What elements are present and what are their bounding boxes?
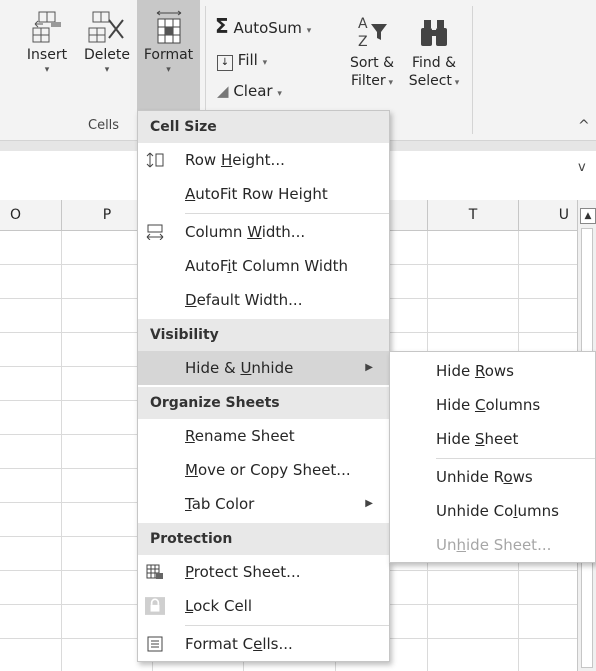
- submenu-item-hide-sheet[interactable]: Hide Sheet: [390, 422, 595, 456]
- menu-item-autofit-column-width[interactable]: AutoFit Column Width: [138, 249, 389, 283]
- fill-button[interactable]: ↓ Fill ▾: [217, 50, 267, 73]
- chevron-down-icon: ▾: [166, 65, 171, 75]
- sigma-icon: Σ: [215, 14, 229, 38]
- format-label: Format: [143, 47, 194, 63]
- menu-item-lock-cell[interactable]: Lock Cell: [138, 589, 389, 623]
- svg-text:A: A: [358, 16, 368, 32]
- scroll-up-icon[interactable]: ▲: [580, 208, 596, 224]
- insert-cells-icon: [32, 11, 61, 43]
- clear-label: Clear: [233, 82, 273, 100]
- sort-filter-line1: Sort &: [349, 55, 395, 71]
- menu-item-tab-color[interactable]: Tab Color ▶: [138, 487, 389, 521]
- row-height-icon: [146, 152, 164, 168]
- menu-item-row-height[interactable]: Row Height...: [138, 143, 389, 177]
- column-header-t[interactable]: T: [428, 200, 519, 230]
- section-header-organize-sheets: Organize Sheets: [138, 387, 389, 419]
- svg-text:Z: Z: [358, 34, 368, 50]
- section-header-protection: Protection: [138, 523, 389, 555]
- delete-cells-icon: [88, 11, 124, 43]
- find-select-button[interactable]: Find & Select ▾: [404, 14, 464, 92]
- menu-item-default-width[interactable]: Default Width...: [138, 283, 389, 317]
- delete-button[interactable]: Delete ▾: [78, 10, 136, 76]
- menu-item-hide-unhide[interactable]: Hide & Unhide ▶: [138, 351, 389, 385]
- format-cells-icon: [147, 636, 163, 652]
- delete-label: Delete: [84, 47, 130, 63]
- clear-button[interactable]: ◢ Clear ▾: [217, 81, 282, 104]
- format-dropdown-menu: Cell Size Row Height... AutoFit Row Heig…: [137, 110, 390, 662]
- submenu-item-hide-rows[interactable]: Hide Rows: [390, 354, 595, 388]
- expand-formula-bar-icon[interactable]: v: [578, 160, 586, 175]
- chevron-down-icon: ▾: [44, 65, 50, 75]
- chevron-down-icon: ▾: [262, 58, 268, 68]
- autosum-button[interactable]: Σ AutoSum ▾: [215, 16, 311, 41]
- submenu-separator: [436, 458, 595, 459]
- submenu-item-unhide-columns[interactable]: Unhide Columns: [390, 494, 595, 528]
- insert-label: Insert: [26, 47, 68, 63]
- hide-unhide-submenu: Hide Rows Hide Columns Hide Sheet Unhide…: [389, 351, 596, 563]
- chevron-down-icon: ▾: [104, 65, 110, 75]
- submenu-item-unhide-sheet: Unhide Sheet...: [436, 536, 552, 554]
- insert-button[interactable]: Insert ▾: [18, 10, 76, 76]
- find-select-line1: Find &: [411, 55, 457, 71]
- menu-item-autofit-row-height[interactable]: AutoFit Row Height: [138, 177, 389, 211]
- chevron-down-icon: ▾: [277, 89, 282, 99]
- submenu-item-hide-columns[interactable]: Hide Columns: [390, 388, 595, 422]
- column-width-icon: [146, 224, 164, 240]
- eraser-icon: ◢: [217, 82, 229, 100]
- protect-sheet-icon: [146, 564, 163, 579]
- submenu-arrow-icon: ▶: [365, 362, 373, 373]
- autosum-label: AutoSum: [233, 19, 302, 37]
- cells-group-label: Cells: [88, 118, 120, 133]
- sort-filter-button[interactable]: A Z Sort & Filter ▾: [344, 14, 400, 92]
- ribbon-divider: [472, 6, 473, 134]
- lock-icon: [145, 597, 165, 615]
- format-cells-icon: [156, 10, 181, 44]
- find-select-line2: Select ▾: [408, 73, 460, 89]
- chevron-down-icon: ▾: [306, 26, 312, 36]
- menu-item-column-width[interactable]: Column Width...: [138, 215, 389, 249]
- submenu-arrow-icon: ▶: [365, 498, 373, 509]
- menu-separator: [185, 625, 389, 626]
- menu-item-rename-sheet[interactable]: Rename Sheet: [138, 419, 389, 453]
- sort-filter-line2: Filter ▾: [350, 73, 394, 89]
- fill-label: Fill: [237, 51, 258, 69]
- sort-filter-icon: A Z: [358, 16, 387, 50]
- submenu-item-unhide-rows[interactable]: Unhide Rows: [390, 460, 595, 494]
- section-header-visibility: Visibility: [138, 319, 389, 351]
- collapse-ribbon-icon[interactable]: ^: [578, 118, 590, 134]
- section-header-cell-size: Cell Size: [138, 111, 389, 143]
- menu-item-format-cells[interactable]: Format Cells...: [138, 627, 389, 661]
- column-header-u[interactable]: U: [519, 200, 577, 230]
- menu-item-move-copy-sheet[interactable]: Move or Copy Sheet...: [138, 453, 389, 487]
- column-header-o[interactable]: O: [0, 200, 62, 230]
- format-button[interactable]: Format ▾: [137, 0, 200, 110]
- grid-line: [61, 231, 62, 671]
- fill-down-icon: ↓: [217, 55, 233, 71]
- binoculars-icon: [421, 20, 447, 46]
- menu-separator: [185, 213, 389, 214]
- menu-item-protect-sheet[interactable]: Protect Sheet...: [138, 555, 389, 589]
